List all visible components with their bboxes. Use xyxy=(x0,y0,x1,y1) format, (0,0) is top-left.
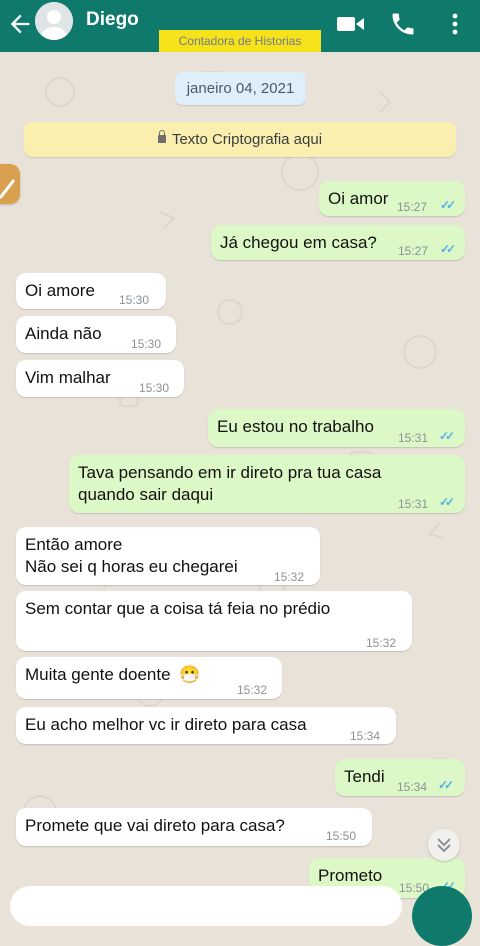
message-text-line: Então amore xyxy=(25,535,123,554)
message-bubble-incoming[interactable]: Ainda não 15:30 xyxy=(16,316,176,353)
message-text: Sem contar que a coisa tá feia no prédio xyxy=(25,599,331,618)
date-chip: janeiro 04, 2021 xyxy=(175,72,306,105)
message-text: Vim malhar xyxy=(25,368,111,387)
message-bubble-incoming[interactable]: Então amore Não sei q horas eu chegarei … xyxy=(16,527,320,585)
message-bubble-incoming[interactable]: Vim malhar 15:30 xyxy=(16,360,184,397)
message-time: 15:30 xyxy=(139,381,170,395)
message-time: 15:30 xyxy=(131,337,162,351)
read-ticks-icon: ✓✓ xyxy=(439,429,455,443)
message-bubble-incoming[interactable]: Promete que vai direto para casa? 15:50 xyxy=(16,808,372,846)
message-bubble-outgoing[interactable]: Eu estou no trabalho 15:31 ✓✓ xyxy=(208,409,465,447)
message-text: Ainda não xyxy=(25,324,102,343)
phone-icon[interactable] xyxy=(388,10,418,38)
message-bubble-outgoing[interactable]: Tendi 15:34 ✓✓ xyxy=(335,759,465,796)
encryption-notice-text: Texto Criptografia aqui xyxy=(171,131,323,148)
message-time: 15:27 xyxy=(398,244,429,258)
message-bubble-incoming[interactable]: Muita gente doente 😷 15:32 xyxy=(16,657,282,699)
message-time: 15:32 xyxy=(237,683,268,697)
mask-emoji-icon: 😷 xyxy=(179,665,201,684)
message-time: 15:34 xyxy=(350,729,381,743)
message-text: Oi amore xyxy=(25,281,95,300)
message-time: 15:32 xyxy=(366,636,397,650)
scroll-to-bottom-button[interactable] xyxy=(428,829,460,861)
message-text: Muita gente doente xyxy=(25,665,171,684)
read-ticks-icon: ✓✓ xyxy=(438,778,454,792)
message-bubble-outgoing[interactable]: Já chegou em casa? 15:27 ✓✓ xyxy=(211,225,465,260)
default-avatar-icon xyxy=(35,2,73,40)
more-vert-icon[interactable] xyxy=(440,10,470,38)
lock-icon xyxy=(157,130,166,143)
read-ticks-icon: ✓✓ xyxy=(439,495,455,509)
contact-name[interactable]: Diego xyxy=(86,9,139,31)
avatar[interactable] xyxy=(35,2,73,40)
message-time: 15:27 xyxy=(397,200,428,214)
message-time: 15:34 xyxy=(397,780,428,794)
side-attachment-tab[interactable] xyxy=(0,164,20,204)
message-time: 15:50 xyxy=(326,829,357,843)
message-text: Prometo xyxy=(318,866,383,885)
message-text: Tendi xyxy=(344,767,385,786)
message-text-line: Tava pensando em ir direto pra tua casa xyxy=(78,463,382,482)
message-bubble-incoming[interactable]: Eu acho melhor vc ir direto para casa 15… xyxy=(16,707,396,744)
message-time: 15:31 xyxy=(398,431,429,445)
message-time: 15:31 xyxy=(398,497,429,511)
message-text: Promete que vai direto para casa? xyxy=(25,816,285,835)
back-arrow-icon[interactable] xyxy=(6,10,34,38)
message-text: Eu acho melhor vc ir direto para casa xyxy=(25,715,307,734)
message-time: 15:32 xyxy=(274,570,305,584)
message-input-bar[interactable] xyxy=(10,886,402,926)
double-chevron-down-icon xyxy=(437,838,451,853)
message-bubble-outgoing[interactable]: Tava pensando em ir direto pra tua casa … xyxy=(69,455,465,513)
watermark-label: Contadora de Historias xyxy=(159,30,321,52)
message-text: Eu estou no trabalho xyxy=(217,417,374,436)
message-bubble-incoming[interactable]: Sem contar que a coisa tá feia no prédio… xyxy=(16,591,412,651)
message-bubble-outgoing[interactable]: Oi amor 15:27 ✓✓ xyxy=(319,181,465,216)
message-text: Já chegou em casa? xyxy=(220,233,377,252)
read-ticks-icon: ✓✓ xyxy=(440,198,456,212)
message-text: Oi amor xyxy=(328,189,389,208)
send-button[interactable] xyxy=(412,886,472,946)
encryption-notice[interactable]: Texto Criptografia aqui xyxy=(24,122,456,157)
message-time: 15:30 xyxy=(119,293,150,307)
video-call-icon[interactable] xyxy=(336,10,366,38)
avatar-thumbnail-icon xyxy=(0,164,20,204)
message-bubble-incoming[interactable]: Oi amore 15:30 xyxy=(16,273,166,309)
read-ticks-icon: ✓✓ xyxy=(440,242,456,256)
